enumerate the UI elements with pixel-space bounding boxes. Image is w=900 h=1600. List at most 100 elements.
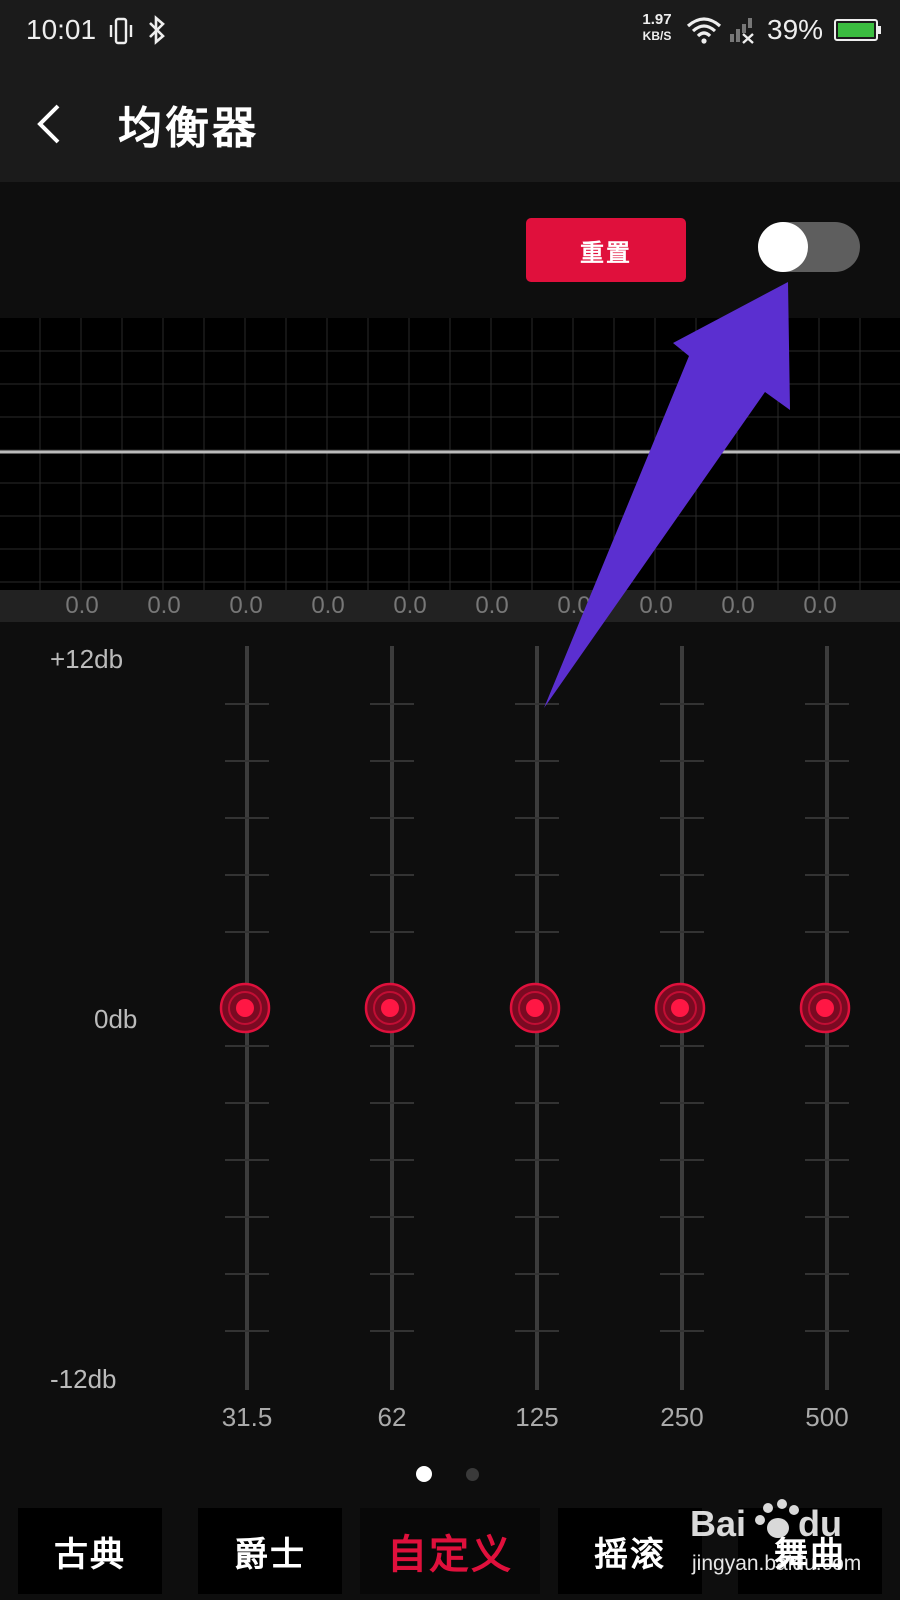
slider-tick	[805, 817, 849, 819]
battery-percent: 39%	[767, 14, 824, 45]
slider-tick	[515, 817, 559, 819]
band-value: 0.0	[475, 592, 509, 619]
baidu-logo: Bai du jingyan.baidu.com	[690, 1499, 861, 1575]
slider-tick	[370, 1216, 414, 1218]
freq-label-250: 250	[660, 1402, 704, 1432]
band-value: 0.0	[229, 592, 263, 619]
db-max-label: +12db	[50, 644, 124, 674]
slider-tick	[225, 1216, 269, 1218]
eq-slider-31.5[interactable]	[217, 646, 277, 1390]
slider-tick	[515, 1273, 559, 1275]
eq-slider-62[interactable]	[362, 646, 422, 1390]
slider-tick	[225, 874, 269, 876]
slider-tick	[515, 1216, 559, 1218]
slider-knob-125[interactable]	[509, 982, 561, 1034]
preset-classical[interactable]: 古典	[18, 1508, 162, 1594]
app-header: 均衡器	[0, 64, 900, 182]
watermark: Bai du jingyan.baidu.com	[690, 1496, 890, 1596]
band-values-row: 0.0 0.0 0.0 0.0 0.0 0.0 0.0 0.0 0.0 0.0	[0, 590, 900, 622]
slider-tick	[805, 874, 849, 876]
slider-tick	[370, 703, 414, 705]
slider-tick	[660, 1330, 704, 1332]
signal-icon	[730, 18, 754, 44]
band-value: 0.0	[393, 592, 427, 619]
slider-tick	[370, 1045, 414, 1047]
slider-tick	[225, 1330, 269, 1332]
slider-tick	[370, 874, 414, 876]
band-value: 0.0	[803, 592, 837, 619]
slider-tick	[805, 1273, 849, 1275]
slider-tick	[370, 1102, 414, 1104]
toggle-knob	[758, 222, 808, 272]
slider-tick	[805, 760, 849, 762]
slider-tick	[225, 931, 269, 933]
slider-tick	[805, 1330, 849, 1332]
slider-tick	[225, 1102, 269, 1104]
slider-tick	[805, 1159, 849, 1161]
slider-tick	[515, 1102, 559, 1104]
page-title: 均衡器	[118, 103, 259, 154]
slider-knob-500[interactable]	[799, 982, 851, 1034]
slider-tick	[515, 760, 559, 762]
preset-custom[interactable]: 自定义	[360, 1508, 540, 1594]
slider-tick	[660, 874, 704, 876]
vibrate-icon	[109, 17, 133, 45]
preset-rock[interactable]: 摇滚	[558, 1508, 702, 1594]
db-mid-label: 0db	[94, 1004, 138, 1034]
eq-slider-250[interactable]	[652, 646, 712, 1390]
slider-tick	[660, 1045, 704, 1047]
eq-slider-125[interactable]	[507, 646, 567, 1390]
slider-tick	[805, 1216, 849, 1218]
slider-tick	[660, 1216, 704, 1218]
graph-grid	[0, 318, 900, 590]
slider-tick	[515, 1330, 559, 1332]
equalizer-toggle[interactable]	[758, 222, 860, 272]
slider-tick	[225, 1273, 269, 1275]
db-min-label: -12db	[50, 1364, 117, 1394]
page-indicator-1[interactable]	[416, 1466, 432, 1482]
band-value: 0.0	[721, 592, 755, 619]
slider-tick	[370, 1273, 414, 1275]
slider-tick	[225, 703, 269, 705]
eq-slider-500[interactable]	[797, 646, 857, 1390]
slider-tick	[805, 1045, 849, 1047]
slider-knob-62[interactable]	[364, 982, 416, 1034]
slider-tick	[660, 1273, 704, 1275]
slider-tick	[225, 817, 269, 819]
freq-label-62: 62	[377, 1402, 407, 1432]
status-time: 10:01	[26, 14, 97, 45]
network-speed: 1.97 KB/S	[642, 11, 672, 44]
slider-tick	[660, 1159, 704, 1161]
slider-tick	[660, 1102, 704, 1104]
preset-jazz[interactable]: 爵士	[198, 1508, 342, 1594]
slider-tick	[515, 874, 559, 876]
slider-tick	[370, 760, 414, 762]
slider-tick	[225, 760, 269, 762]
status-bar: 10:01 1.97 KB/S 39%	[0, 0, 900, 64]
slider-tick	[225, 1045, 269, 1047]
watermark-url: jingyan.baidu.com	[691, 1552, 861, 1575]
slider-tick	[805, 1102, 849, 1104]
band-value: 0.0	[639, 592, 673, 619]
page-indicator-2[interactable]	[466, 1468, 479, 1481]
frequency-response-graph	[0, 318, 900, 590]
freq-label-125: 125	[515, 1402, 559, 1432]
freq-label-31.5: 31.5	[221, 1402, 273, 1432]
reset-button[interactable]: 重置	[526, 218, 686, 282]
band-value: 0.0	[65, 592, 99, 619]
slider-tick	[660, 760, 704, 762]
slider-tick	[660, 817, 704, 819]
band-value: 0.0	[311, 592, 345, 619]
slider-tick	[660, 931, 704, 933]
slider-tick	[515, 931, 559, 933]
svg-text:du: du	[798, 1503, 842, 1544]
bluetooth-icon	[149, 15, 165, 45]
chevron-left-icon[interactable]	[22, 94, 82, 154]
slider-tick	[370, 1159, 414, 1161]
slider-knob-250[interactable]	[654, 982, 706, 1034]
slider-knob-31.5[interactable]	[219, 982, 271, 1034]
slider-tick	[660, 703, 704, 705]
slider-tick	[515, 1159, 559, 1161]
svg-text:Bai: Bai	[690, 1503, 746, 1544]
slider-tick	[805, 703, 849, 705]
